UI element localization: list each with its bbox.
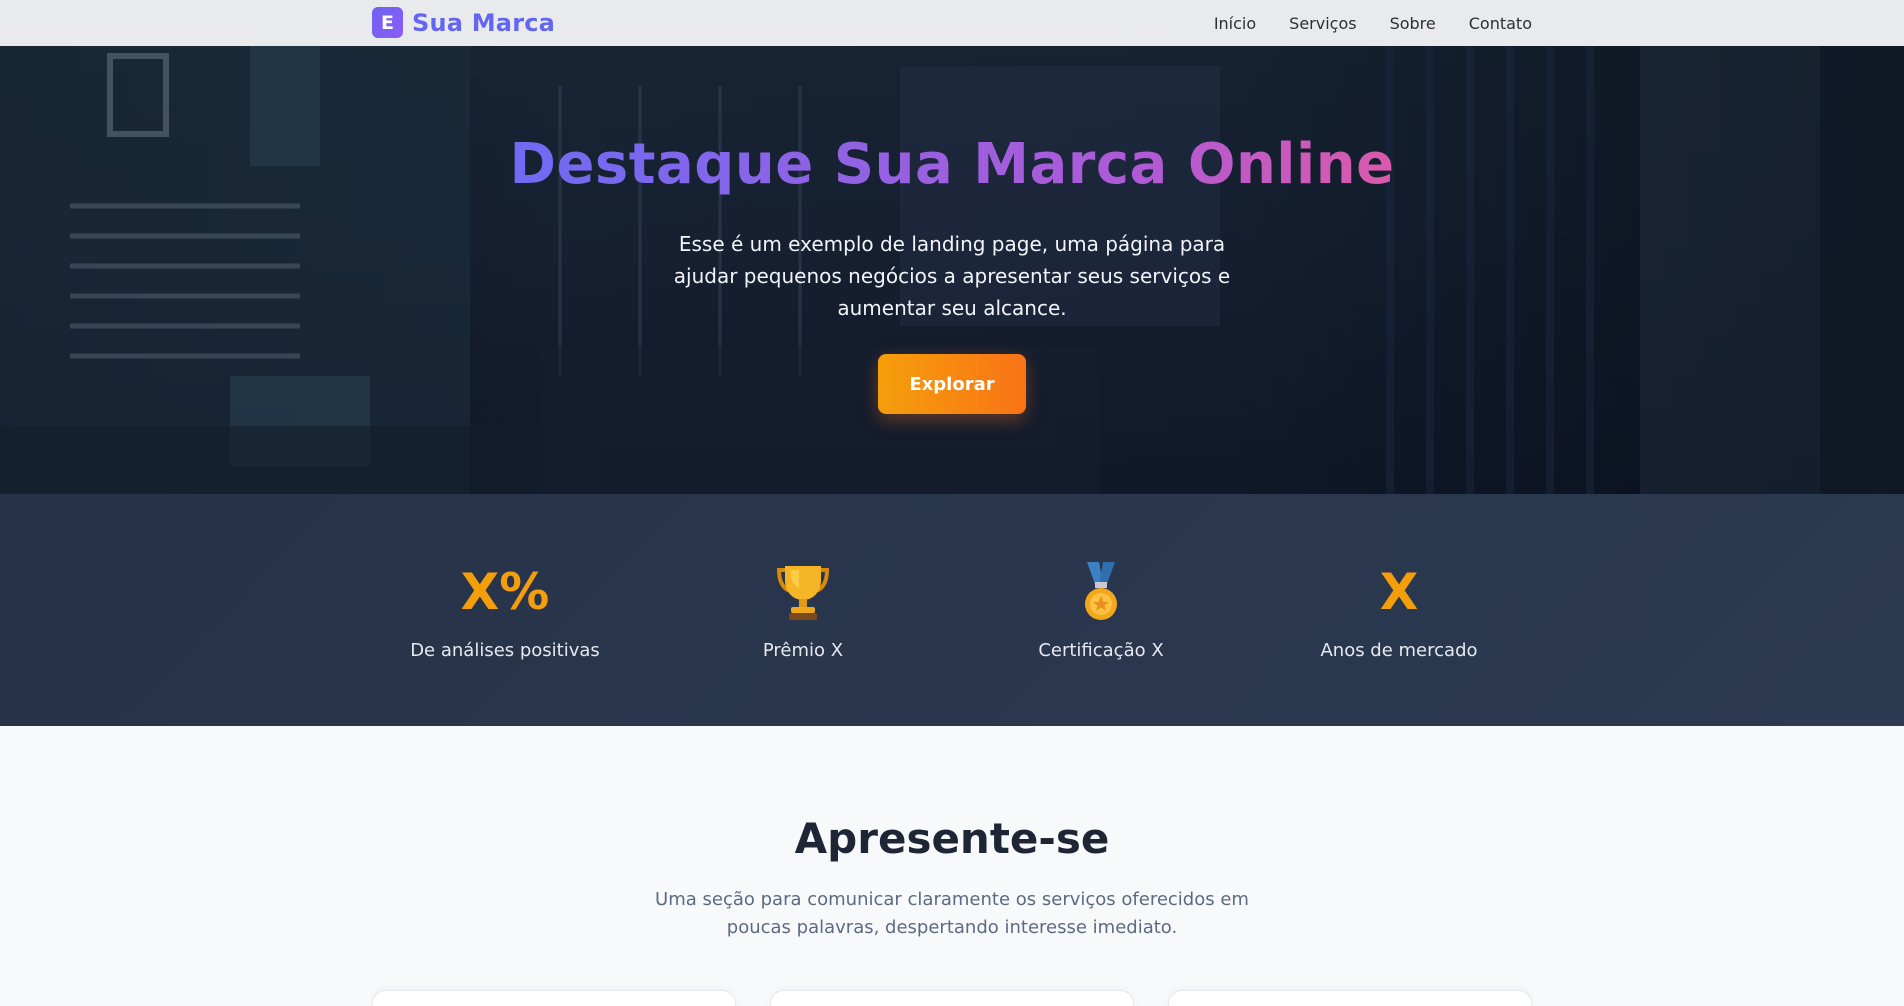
hero-description: Esse é um exemplo de landing page, uma p…	[673, 232, 1231, 320]
hero-section: Destaque Sua Marca Online Esse é um exem…	[0, 46, 1904, 494]
explore-button[interactable]: Explorar	[878, 354, 1026, 414]
stat-label: Anos de mercado	[1320, 640, 1478, 661]
stat-value: X	[1379, 563, 1419, 621]
service-card	[372, 990, 736, 1006]
service-card	[1168, 990, 1532, 1006]
stats-section: X% De análises positivas Prêmio X Certif…	[0, 494, 1904, 726]
about-title: Apresente-se	[794, 814, 1110, 863]
trophy-icon	[776, 566, 830, 620]
navbar: E Sua Marca Início Serviços Sobre Contat…	[0, 0, 1904, 46]
brand-logo-icon: E	[372, 7, 403, 38]
stat-label: Prêmio X	[762, 640, 844, 661]
stat-label: De análises positivas	[410, 640, 600, 661]
stat-value: X%	[460, 563, 550, 621]
stat-label: Certificação X	[1038, 640, 1164, 661]
nav-link-contato[interactable]: Contato	[1469, 14, 1532, 33]
brand-name: Sua Marca	[412, 8, 556, 37]
service-card	[770, 990, 1134, 1006]
nav-link-servicos[interactable]: Serviços	[1289, 14, 1356, 33]
nav-menu: Início Serviços Sobre Contato	[1214, 0, 1532, 46]
nav-link-sobre[interactable]: Sobre	[1390, 14, 1436, 33]
brand-link[interactable]: E Sua Marca	[372, 7, 555, 38]
nav-link-inicio[interactable]: Início	[1214, 14, 1256, 33]
hero-title: Destaque Sua Marca Online	[0, 132, 1904, 197]
hero-content: Destaque Sua Marca Online Esse é um exem…	[0, 46, 1904, 494]
about-description: Uma seção para comunicar claramente os s…	[655, 889, 1249, 938]
about-section: Apresente-se Uma seção para comunicar cl…	[0, 726, 1904, 1006]
medal-icon	[1085, 562, 1117, 620]
